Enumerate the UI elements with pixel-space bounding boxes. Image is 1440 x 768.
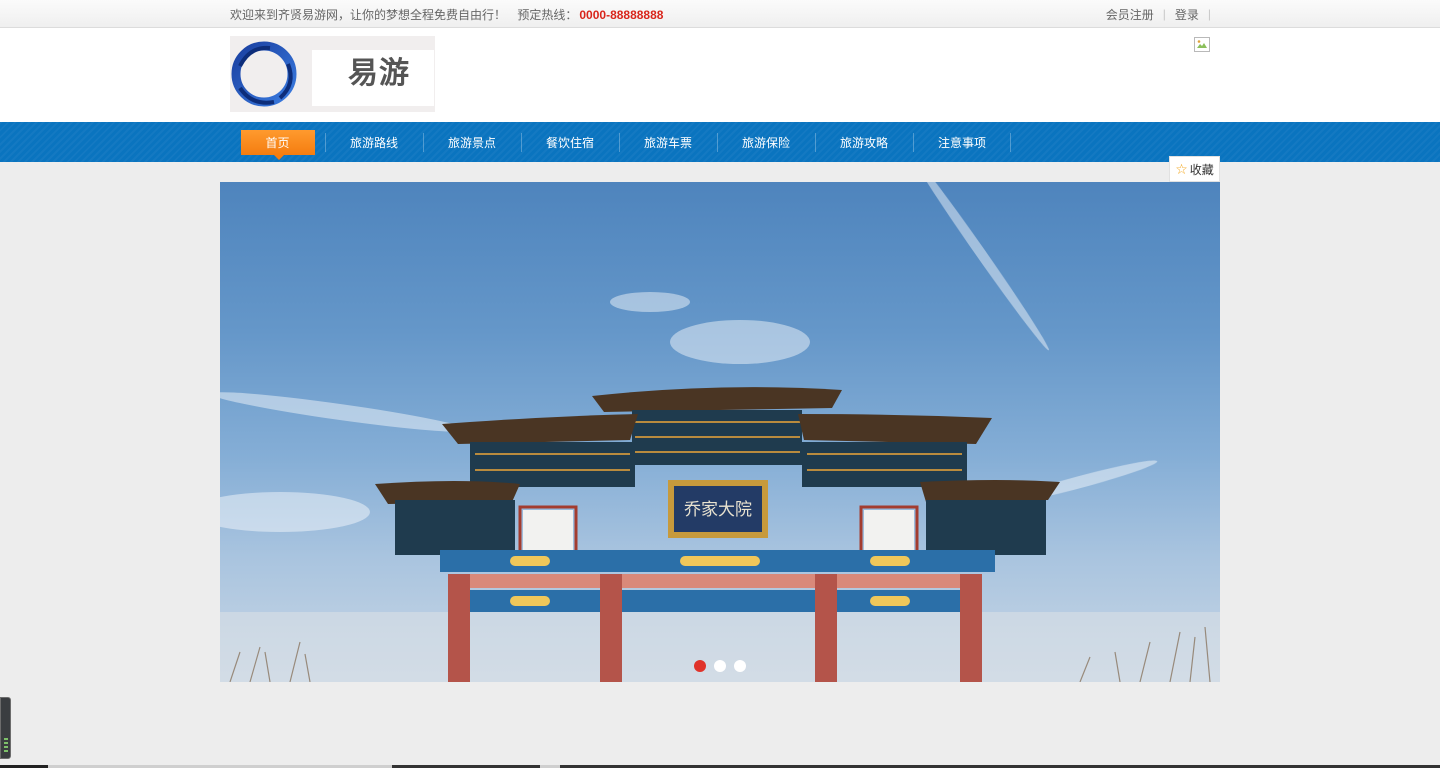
hotline-number: 0000-88888888 xyxy=(579,7,664,22)
nav-item-dining-lodging[interactable]: 餐饮住宿 xyxy=(521,122,619,162)
welcome-text: 欢迎来到齐贤易游网，让你的梦想全程免费自由行！ xyxy=(230,7,507,22)
slider-dot[interactable] xyxy=(734,660,746,672)
slider-dots xyxy=(694,660,754,672)
separator: | xyxy=(1207,7,1211,21)
nav-item-notes[interactable]: 注意事项 xyxy=(913,122,1011,162)
register-link[interactable]: 会员注册 xyxy=(1106,6,1154,23)
side-widget[interactable] xyxy=(0,697,11,759)
nav-label: 注意事项 xyxy=(937,135,986,150)
banner-image: 乔家大院 xyxy=(220,182,1220,682)
nav-label: 旅游车票 xyxy=(643,135,692,150)
slider-dot[interactable] xyxy=(694,660,706,672)
login-link[interactable]: 登录 xyxy=(1175,6,1199,23)
logo-mark-icon xyxy=(231,41,297,107)
nav-item-insurance[interactable]: 旅游保险 xyxy=(717,122,815,162)
favorite-label: 收藏 xyxy=(1189,162,1214,177)
nav-label: 旅游景点 xyxy=(447,135,496,150)
logo-text: 易游 xyxy=(348,56,410,91)
nav-item-home[interactable]: 首页 xyxy=(230,122,325,162)
broken-image-icon xyxy=(1194,37,1210,52)
top-bar: 欢迎来到齐贤易游网，让你的梦想全程免费自由行！ 预定热线： 0000-888888… xyxy=(0,0,1440,28)
nav-item-tickets[interactable]: 旅游车票 xyxy=(619,122,717,162)
site-logo[interactable]: 易游 xyxy=(230,36,435,112)
star-icon: ☆ xyxy=(1175,161,1188,177)
hotline-label: 预定热线： xyxy=(517,7,578,22)
banner-slider[interactable]: 乔家大院 xyxy=(220,182,1220,682)
nav-item-guides[interactable]: 旅游攻略 xyxy=(815,122,913,162)
nav-item-attractions[interactable]: 旅游景点 xyxy=(423,122,521,162)
nav-label: 旅游攻略 xyxy=(839,135,888,150)
favorite-button[interactable]: ☆ 收藏 xyxy=(1169,156,1220,182)
nav-item-routes[interactable]: 旅游路线 xyxy=(325,122,423,162)
slider-dot[interactable] xyxy=(714,660,726,672)
welcome-message: 欢迎来到齐贤易游网，让你的梦想全程免费自由行！ 预定热线： 0000-888888… xyxy=(230,6,663,23)
nav-label: 旅游路线 xyxy=(349,135,398,150)
nav-label: 首页 xyxy=(265,135,290,150)
nav-label: 餐饮住宿 xyxy=(545,135,594,150)
nav-active-arrow xyxy=(274,155,284,160)
nav-label: 旅游保险 xyxy=(741,135,790,150)
plaque-text: 乔家大院 xyxy=(684,500,752,520)
separator: | xyxy=(1162,7,1166,21)
account-links: 会员注册 | 登录 | xyxy=(1106,6,1220,23)
main-nav: 首页 旅游路线 旅游景点 餐饮住宿 旅游车票 旅游保险 旅游攻略 注意事项 xyxy=(0,122,1440,162)
header: 易游 xyxy=(0,28,1440,122)
